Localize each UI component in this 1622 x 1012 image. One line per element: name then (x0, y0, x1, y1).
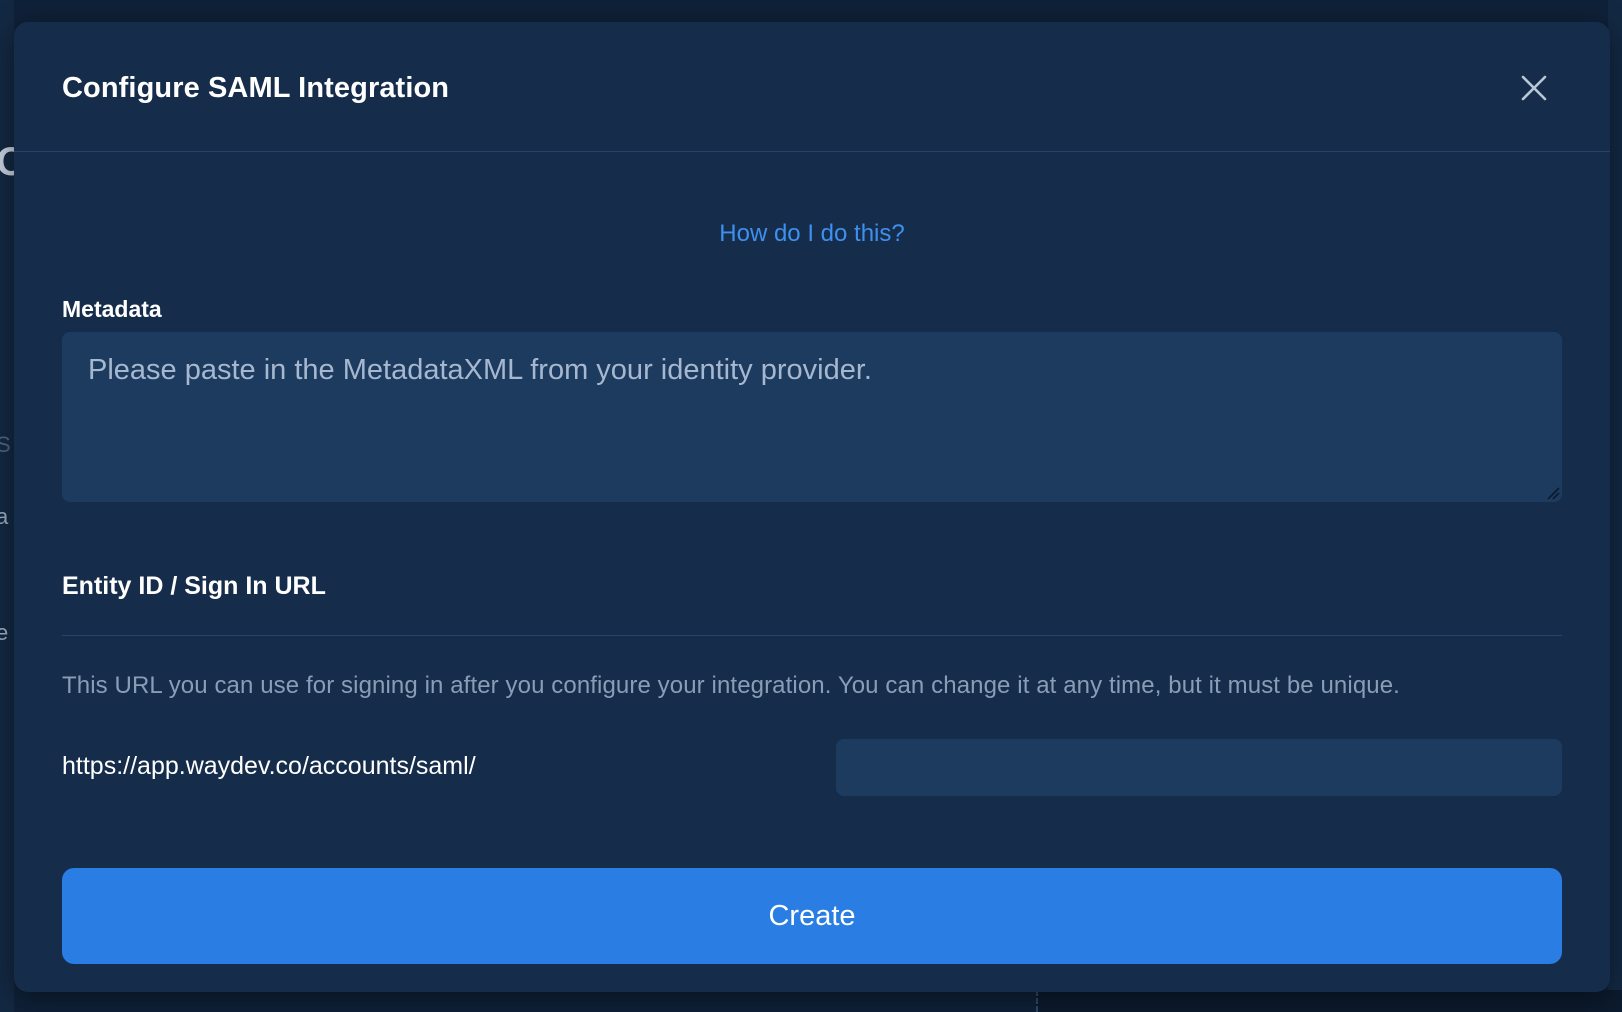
background-page-edge-right (1608, 0, 1622, 1012)
modal-title: Configure SAML Integration (62, 72, 450, 104)
close-icon (1521, 75, 1547, 101)
background-page-edge: O S a e (0, 0, 27, 1012)
sign-in-slug-input[interactable] (836, 739, 1562, 796)
entity-id-heading: Entity ID / Sign In URL (62, 572, 326, 600)
create-button[interactable]: Create (62, 868, 1562, 964)
entity-id-description: This URL you can use for signing in afte… (62, 672, 1400, 699)
background-panel-fragment (1036, 990, 1622, 1012)
background-text-fragment: a (0, 504, 9, 529)
help-link[interactable]: How do I do this? (14, 220, 1610, 248)
sign-in-url-prefix: https://app.waydev.co/accounts/saml/ (62, 752, 476, 780)
close-button[interactable] (1514, 68, 1554, 108)
metadata-label: Metadata (62, 296, 162, 322)
resize-handle-icon[interactable] (1546, 486, 1560, 500)
section-divider (62, 635, 1562, 636)
metadata-textarea[interactable] (62, 332, 1562, 502)
modal-header: Configure SAML Integration (14, 22, 1610, 152)
background-text-fragment: S (0, 432, 11, 457)
saml-config-modal: Configure SAML Integration How do I do t… (14, 22, 1610, 992)
background-text-fragment: e (0, 620, 9, 645)
